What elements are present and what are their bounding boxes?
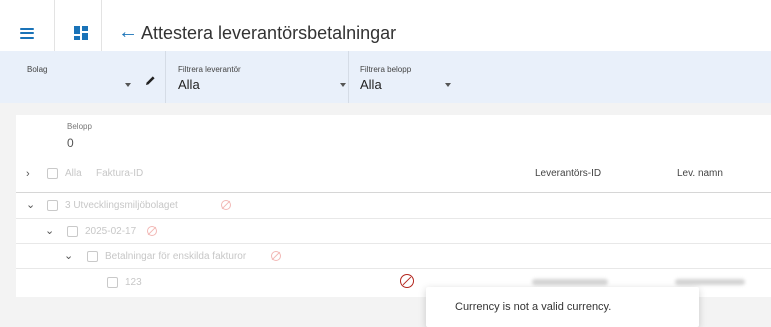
error-tooltip: Currency is not a valid currency. (426, 287, 699, 327)
chevron-down-icon (125, 83, 131, 87)
chevron-down-icon[interactable]: ⌄ (64, 250, 73, 262)
column-faktura-id[interactable]: Faktura-ID (96, 168, 143, 179)
chevron-down-icon[interactable]: ⌄ (26, 199, 35, 211)
belopp-filter-value: Alla (360, 77, 382, 92)
filter-bar: Bolag Filtrera leverantör Alla Filtrera … (0, 51, 771, 103)
belopp-summary-value: 0 (67, 136, 74, 150)
leverantor-filter[interactable]: Filtrera leverantör Alla (178, 51, 352, 103)
redacted-supplier-id (532, 279, 608, 285)
row-checkbox[interactable] (67, 226, 78, 237)
chevron-right-icon[interactable]: › (26, 168, 30, 180)
column-leverantors-id[interactable]: Leverantörs-ID (535, 168, 601, 179)
filter-divider (348, 51, 349, 103)
back-arrow-icon[interactable]: ← (118, 21, 138, 43)
row-checkbox[interactable] (87, 251, 98, 262)
blocked-icon (221, 200, 231, 210)
company-name: 3 Utvecklingsmiljöbolaget (65, 200, 178, 211)
group-row-company[interactable]: ⌄ 3 Utvecklingsmiljöbolaget (16, 193, 771, 218)
column-alla: Alla (65, 168, 82, 179)
belopp-filter-label: Filtrera belopp (360, 65, 412, 74)
group-row-date[interactable]: ⌄ 2025-02-17 (16, 218, 771, 243)
belopp-filter[interactable]: Filtrera belopp Alla (360, 51, 470, 103)
group-row-type[interactable]: ⌄ Betalningar för enskilda fakturor (16, 243, 771, 268)
hamburger-icon (20, 27, 34, 39)
belopp-summary-label: Belopp (67, 122, 92, 131)
page-title: Attestera leverantörsbetalningar (141, 23, 397, 43)
row-checkbox[interactable] (47, 200, 58, 211)
blocked-icon (271, 251, 281, 261)
leverantor-filter-label: Filtrera leverantör (178, 65, 241, 74)
filter-divider (165, 51, 166, 103)
select-all-checkbox[interactable] (47, 168, 58, 179)
date-group: 2025-02-17 (85, 226, 137, 237)
bolag-filter[interactable]: Bolag (27, 51, 162, 103)
invoice-id: 123 (125, 277, 142, 288)
payment-type-group: Betalningar för enskilda fakturor (105, 251, 247, 262)
error-icon[interactable] (400, 274, 414, 288)
blocked-icon (147, 226, 157, 236)
column-lev-namn[interactable]: Lev. namn (677, 168, 723, 179)
table-header: › Alla Faktura-ID Leverantörs-ID Lev. na… (16, 158, 771, 192)
chevron-down-icon[interactable]: ⌄ (45, 225, 54, 237)
edit-pencil-icon[interactable] (145, 75, 156, 86)
bolag-filter-label: Bolag (27, 65, 48, 74)
tooltip-message: Currency is not a valid currency. (455, 301, 612, 313)
chevron-down-icon (340, 83, 346, 87)
redacted-supplier-name (675, 279, 745, 285)
row-checkbox[interactable] (107, 277, 118, 288)
dashboard-icon (74, 26, 88, 40)
leverantor-filter-value: Alla (178, 77, 200, 92)
chevron-down-icon (445, 83, 451, 87)
